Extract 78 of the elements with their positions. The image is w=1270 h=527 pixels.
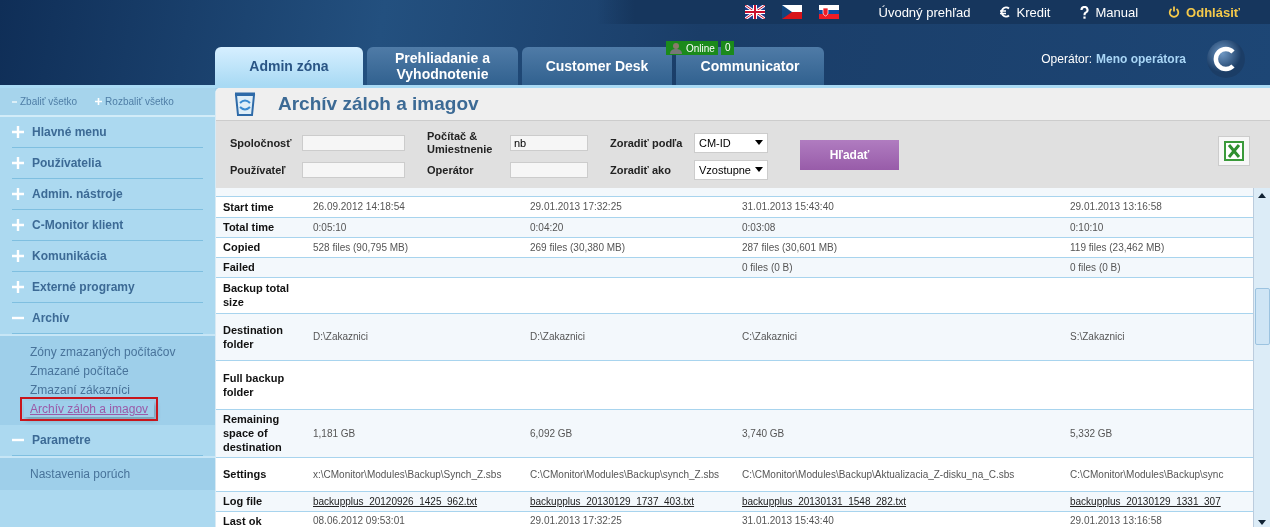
table-cell: C:\Zakaznici — [742, 331, 797, 342]
row-label: Full backup folder — [216, 360, 311, 409]
table-cell: 119 files (23,462 MB) — [1070, 241, 1165, 253]
filter-label: Zoradiť ako — [609, 163, 672, 176]
table-cell: 0 files (0 B) — [742, 261, 793, 273]
row-label: Remaining space of destination — [216, 409, 311, 457]
row-label: Failed — [216, 257, 311, 277]
table-cell: 31.01.2013 15:43:40 — [742, 515, 834, 526]
sort-order-dropdown[interactable]: Vzostupne — [694, 159, 768, 180]
table-cell: 26.09.2012 14:18:54 — [313, 201, 405, 213]
log-file-link[interactable]: backupplus_20130129_1331_307 — [1070, 495, 1221, 507]
table-cell: 269 files (30,380 MB) — [530, 241, 626, 253]
table-cell: 0 files (0 B) — [1070, 261, 1121, 273]
header-link[interactable]: Kredit — [1000, 4, 1051, 20]
log-file-link[interactable]: backupplus_20130129_1737_403.txt — [530, 495, 695, 507]
table-cell: 5,332 GB — [1070, 427, 1113, 439]
row-label: Total time — [216, 217, 311, 237]
sidebar-link[interactable]: Zóny zmazaných počítačov — [30, 344, 176, 360]
table-cell: C:\CMonitor\Modules\Backup\sync — [1070, 468, 1224, 480]
log-file-link[interactable]: backupplus_20120926_1425_962.txt — [313, 495, 478, 507]
sidebar-link[interactable]: Zmazaní zákazníci — [30, 382, 131, 398]
filter-label: Operátor — [426, 163, 475, 176]
sort-by-dropdown[interactable]: CM-ID — [694, 132, 768, 153]
row-label: Log file — [216, 491, 311, 511]
table-cell: 6,092 GB — [530, 427, 573, 439]
table-cell: 1,181 GB — [313, 427, 356, 439]
table-cell: D:\Zakaznici — [313, 331, 368, 342]
filter-label: Spoločnosť — [230, 136, 293, 149]
table-cell: 29.01.2013 13:16:58 — [1070, 201, 1162, 213]
search-button[interactable]: Hľadať — [800, 139, 899, 170]
table-cell: 08.06.2012 09:53:01 — [313, 515, 405, 526]
table-cell: x:\CMonitor\Modules\Backup\Synch_Z.sbs — [313, 468, 502, 480]
table-cell: 0:05:10 — [313, 221, 347, 233]
table-cell: 287 files (30,601 MB) — [742, 241, 838, 253]
collapse-all-link[interactable]: Zbaliť všetko — [12, 96, 78, 107]
table-cell: D:\Zakaznici — [530, 331, 585, 342]
row-label: Destination folder — [216, 313, 311, 360]
online-badge: Online — [666, 41, 718, 55]
nav-tab[interactable]: Customer Desk — [522, 47, 672, 85]
nav-tab[interactable]: Prehliadanie a Vyhodnotenie — [367, 47, 518, 85]
table-cell: 29.01.2013 13:16:58 — [1070, 515, 1162, 526]
header-link[interactable]: Manual — [1080, 4, 1139, 20]
online-count: 0 — [720, 41, 735, 55]
table-cell: 29.01.2013 17:32:25 — [530, 515, 622, 526]
table-cell: C:\CMonitor\Modules\Backup\synch_Z.sbs — [530, 468, 719, 480]
computer-field[interactable]: nb — [510, 134, 588, 151]
sidebar-section[interactable]: Externé programy — [12, 272, 203, 303]
table-cell: 31.01.2013 15:43:40 — [742, 201, 834, 213]
table-cell: C:\CMonitor\Modules\Backup\Aktualizacia_Z-disku_na_C.sbs — [742, 468, 1015, 480]
filter-label: Počítač & Umiestnenie — [426, 129, 494, 156]
table-cell: 3,740 GB — [742, 427, 785, 439]
table-cell: S:\Zakaznici — [1070, 331, 1125, 342]
sidebar-section[interactable]: Hlavné menu — [12, 117, 203, 148]
sidebar-link[interactable]: Zmazané počítače — [30, 363, 129, 379]
row-label: Settings — [216, 457, 311, 491]
row-label: Start time — [216, 197, 311, 217]
operator-label: Operátor: — [1041, 52, 1092, 66]
header-link[interactable]: Odhlásiť — [1168, 4, 1240, 20]
table-cell: 0:03:08 — [742, 221, 776, 233]
sidebar-section[interactable]: Komunikácia — [12, 241, 203, 272]
row-label: Last ok — [216, 511, 311, 527]
row-label: Backup total size — [216, 277, 311, 313]
nav-tab[interactable]: Admin zóna — [215, 47, 363, 85]
table-cell: 0:04:20 — [530, 221, 564, 233]
header-link[interactable]: Úvodný prehľad — [878, 4, 971, 20]
table-cell: 0:10:10 — [1070, 221, 1104, 233]
page-title: Archív záloh a imagov — [278, 93, 479, 115]
sidebar-section[interactable]: Používatelia — [12, 148, 203, 179]
sidebar-section[interactable]: C-Monitor klient — [12, 210, 203, 241]
sidebar-section[interactable]: Admin. nástroje — [12, 179, 203, 210]
expand-all-link[interactable]: Rozbaliť všetko — [95, 96, 174, 107]
filter-label: Zoradiť podľa — [609, 136, 684, 149]
operator-name: Meno operátora — [1096, 52, 1186, 66]
filter-label: Používateľ — [230, 163, 287, 176]
table-cell: 29.01.2013 17:32:25 — [530, 201, 622, 213]
row-label: Copied — [216, 237, 311, 257]
log-file-link[interactable]: backupplus_20130131_1548_282.txt — [742, 495, 907, 507]
table-cell: 528 files (90,795 MB) — [313, 241, 409, 253]
